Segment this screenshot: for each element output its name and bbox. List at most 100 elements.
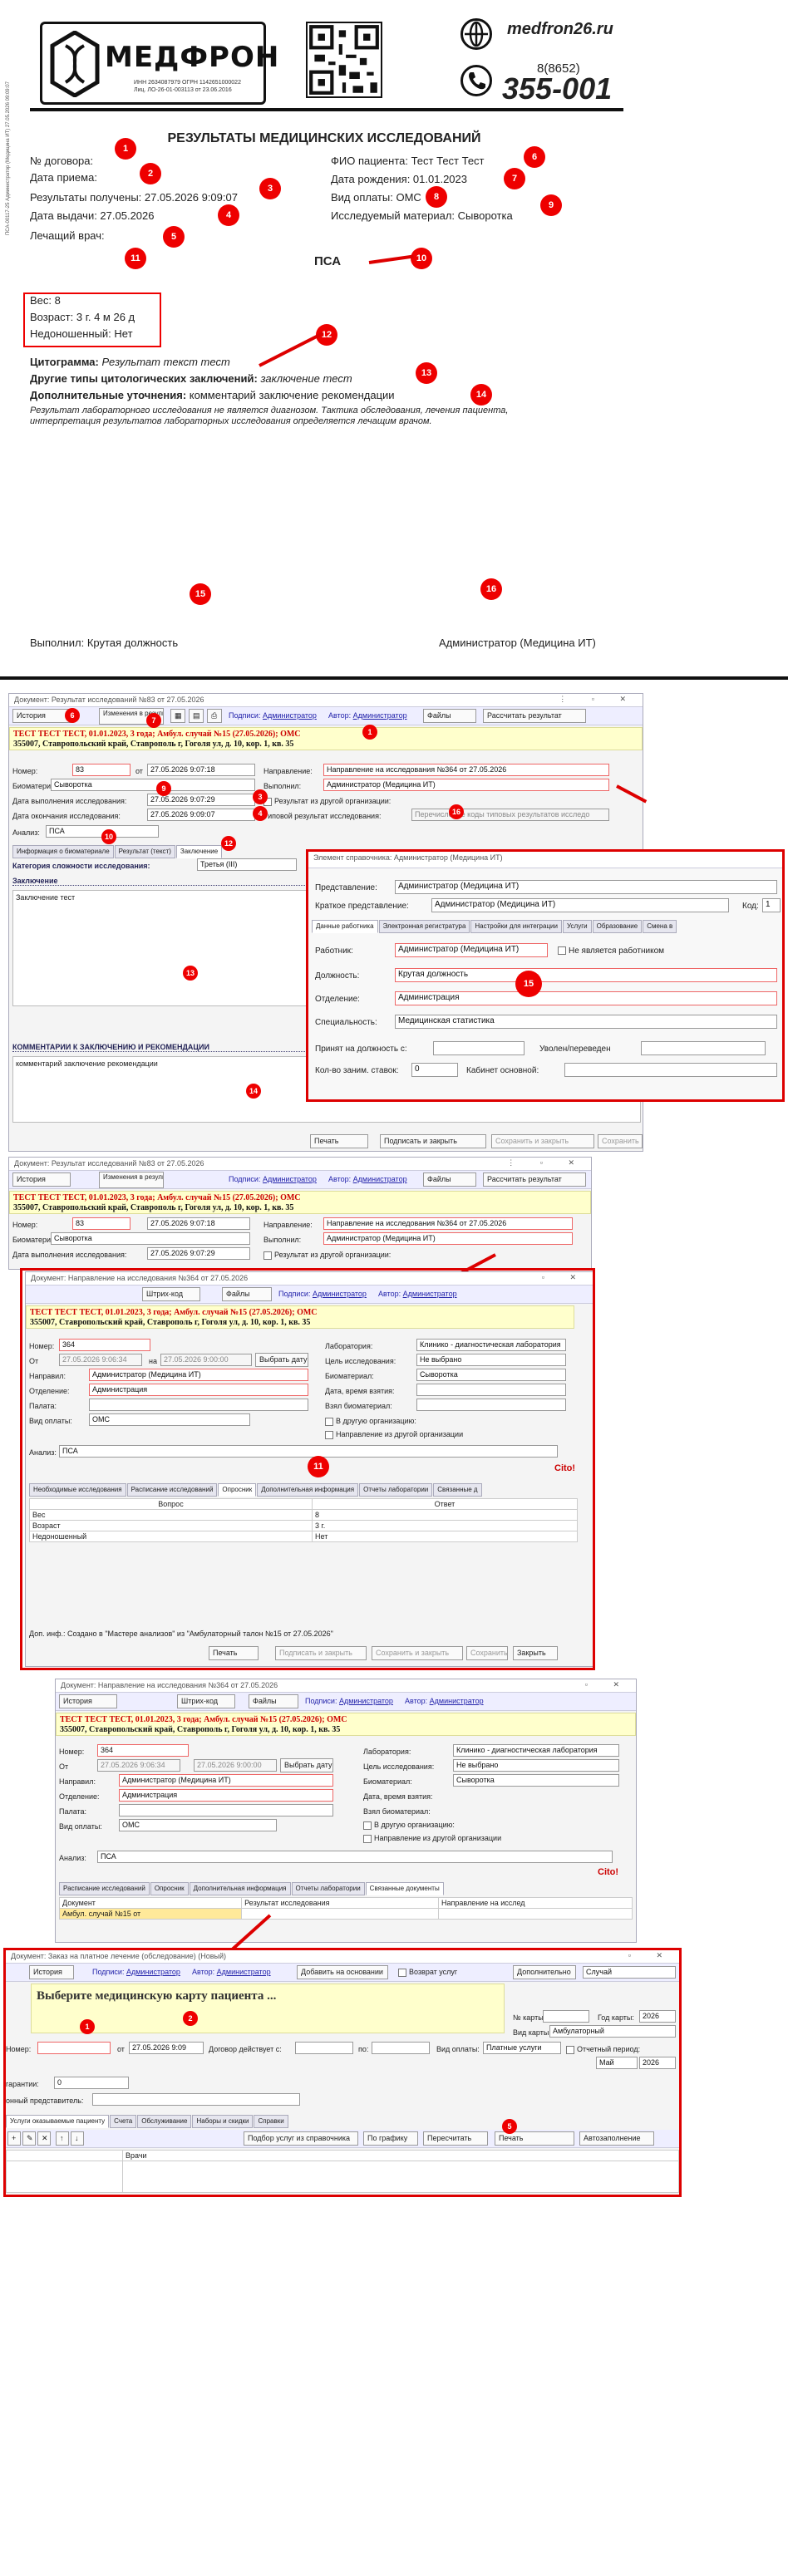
window-title: Документ: Результат исследований №83 от … (9, 694, 643, 707)
dir-label-2: Направление: (263, 1221, 313, 1229)
dir2-signs-label: Подписи: Администратор (305, 1697, 393, 1705)
executor-input[interactable]: Администратор (Медицина ИТ) (323, 779, 609, 791)
patient-name: ФИО пациента: Тест Тест Тест (331, 155, 485, 167)
patient-banner-2: ТЕСТ ТЕСТ ТЕСТ, 01.01.2023, 3 года; Амбу… (9, 1191, 591, 1214)
bio-input[interactable]: Сыворотка (51, 779, 255, 791)
dir-input-2[interactable]: Направление на исследования №364 от 27.0… (323, 1217, 573, 1230)
dir2-analysis-input[interactable]: ПСА (97, 1851, 613, 1863)
from-input-2[interactable]: 27.05.2026 9:07:18 (147, 1217, 250, 1230)
marker-2: 2 (140, 163, 161, 184)
history-button[interactable]: История (12, 709, 71, 723)
dir2-otherorg-label: В другую организацию: (363, 1821, 455, 1830)
tool-button-1[interactable]: ▦ (170, 709, 185, 723)
dir2-dep-input[interactable]: Администрация (119, 1789, 333, 1802)
dir2-cito[interactable]: Cito! (598, 1867, 618, 1877)
calc-button-2[interactable]: Рассчитать результат (483, 1172, 586, 1187)
dir2-files-button[interactable]: Файлы (249, 1694, 298, 1708)
tab-conclusion[interactable]: Заключение (175, 845, 223, 858)
report-page: ПСА-00117-25 Администратор (Медицина ИТ)… (0, 0, 788, 673)
dir2-bio-input[interactable]: Сыворотка (453, 1774, 619, 1787)
from-date-input[interactable]: 27.05.2026 9:07:18 (147, 764, 255, 776)
number-label-2: Номер: (12, 1221, 38, 1229)
marker-10b: 10 (101, 829, 116, 844)
dir2-lab-input[interactable]: Клинико - диагностическая лаборатория (453, 1744, 619, 1757)
table-row[interactable]: Амбул. случай №15 от (58, 1908, 633, 1920)
print-button[interactable]: Печать (310, 1134, 368, 1148)
dir2-pay-input[interactable]: ОМС (119, 1819, 277, 1831)
dir2-goal-input[interactable]: Не выбрано (453, 1759, 619, 1772)
sign-close-button[interactable]: Подписать и закрыть (380, 1134, 486, 1148)
dir2-to-input[interactable]: 27.05.2026 9:00:00 (194, 1759, 277, 1772)
tab-result-text[interactable]: Результат (текст) (114, 845, 175, 858)
save-close-button[interactable]: Сохранить и закрыть (491, 1134, 594, 1148)
highlight-order (3, 1948, 682, 2197)
tool-button-2[interactable]: ▤ (189, 709, 204, 723)
payment-type: Вид оплаты: ОМС (331, 191, 421, 204)
marker-15: 15 (190, 583, 211, 605)
files-button-2[interactable]: Файлы (423, 1172, 476, 1187)
dir2-from-label: От (59, 1762, 69, 1771)
exec-input-2[interactable]: Администратор (Медицина ИТ) (323, 1232, 573, 1245)
age: Возраст: 3 г. 4 м 26 д (30, 311, 135, 323)
marker-12b: 12 (221, 836, 236, 851)
changes-button-2[interactable]: Изменения в результатах (99, 1172, 164, 1188)
tab-bio-info[interactable]: Информация о биоматериале (12, 845, 114, 858)
signs-label-2: Подписи: Администратор (229, 1175, 317, 1183)
dir2-banner: ТЕСТ ТЕСТ ТЕСТ, 01.01.2023, 3 года; Амбу… (56, 1713, 636, 1736)
tabs: Информация о биоматериале Результат (текс… (12, 845, 223, 858)
history-button-2[interactable]: История (12, 1172, 71, 1187)
bio-input-2[interactable]: Сыворотка (51, 1232, 250, 1245)
logo-name: МЕДФРОН (105, 41, 280, 74)
tab2-linked[interactable]: Связанные документы (365, 1882, 444, 1895)
marker-6b: 6 (65, 708, 80, 723)
admin-signature: Администратор (Медицина ИТ) (439, 637, 596, 649)
number-input[interactable]: 83 (72, 764, 131, 776)
save-button[interactable]: Сохранить (598, 1134, 643, 1148)
marker-4b: 4 (253, 806, 268, 821)
comment-section: КОММЕНТАРИИ К ЗАКЛЮЧЕНИЮ И РЕКОМЕНДАЦИИ (12, 1043, 312, 1052)
dstart-label-2: Дата выполнения исследования: (12, 1251, 127, 1259)
dstart-input-2[interactable]: 27.05.2026 9:07:29 (147, 1247, 250, 1260)
dir2-history-button[interactable]: История (59, 1694, 117, 1708)
dir2-ward-input[interactable] (119, 1804, 333, 1816)
dir2-bio-label: Биоматериал: (363, 1777, 412, 1786)
conclusion-section: Заключение (12, 877, 312, 886)
marker-6: 6 (524, 146, 545, 168)
tab2-reports[interactable]: Отчеты лаборатории (291, 1882, 365, 1895)
tab2-schedule[interactable]: Расписание исследований (59, 1882, 150, 1895)
result-window-2: Документ: Результат исследований №83 от … (8, 1157, 592, 1270)
type-input[interactable]: Перечисление коды типовых результатов ис… (411, 809, 609, 821)
direction-label: Направление: (263, 767, 313, 775)
dir2-barcode-button[interactable]: Штрих-код (177, 1694, 235, 1708)
admission-date: Дата приема: (30, 171, 97, 184)
dir2-sent-input[interactable]: Администратор (Медицина ИТ) (119, 1774, 333, 1787)
dir2-pay-label: Вид оплаты: (59, 1822, 102, 1831)
weight: Вес: 8 (30, 294, 61, 307)
dend-input[interactable]: 27.05.2026 9:09:07 (147, 809, 255, 821)
tool-button-3[interactable]: ⎙ (207, 709, 222, 723)
qr-code-icon (306, 22, 382, 98)
th-doc: Документ (58, 1897, 243, 1909)
marker-8: 8 (426, 186, 447, 208)
dir2-from-input[interactable]: 27.05.2026 9:06:34 (97, 1759, 180, 1772)
marker-15b: 15 (515, 971, 542, 997)
number-input-2[interactable]: 83 (72, 1217, 131, 1230)
dir2-number-input[interactable]: 364 (97, 1744, 189, 1757)
dna-hexagon-icon (50, 31, 100, 97)
dir2-otherorg-checkbox[interactable] (363, 1821, 372, 1830)
marker-13: 13 (416, 362, 437, 384)
globe-icon (460, 18, 492, 50)
calc-result-button[interactable]: Рассчитать результат (483, 709, 586, 723)
marker-1: 1 (115, 138, 136, 160)
tab2-extra[interactable]: Дополнительная информация (189, 1882, 291, 1895)
direction-input[interactable]: Направление на исследования №364 от 27.0… (323, 764, 609, 776)
category-select[interactable]: Третья (III) (197, 858, 297, 871)
dir2-fromorg-checkbox[interactable] (363, 1834, 372, 1843)
dir2-pick-button[interactable]: Выбрать дату (280, 1758, 333, 1772)
report-title: РЕЗУЛЬТАТЫ МЕДИЦИНСКИХ ИССЛЕДОВАНИЙ (167, 131, 481, 145)
files-button[interactable]: Файлы (423, 709, 476, 723)
birth-date: Дата рождения: 01.01.2023 (331, 173, 467, 185)
other-org-checkbox-2[interactable] (263, 1251, 272, 1260)
tab2-questionnaire[interactable]: Опросник (150, 1882, 189, 1895)
conclusion-text[interactable]: Заключение тест (12, 890, 312, 1006)
